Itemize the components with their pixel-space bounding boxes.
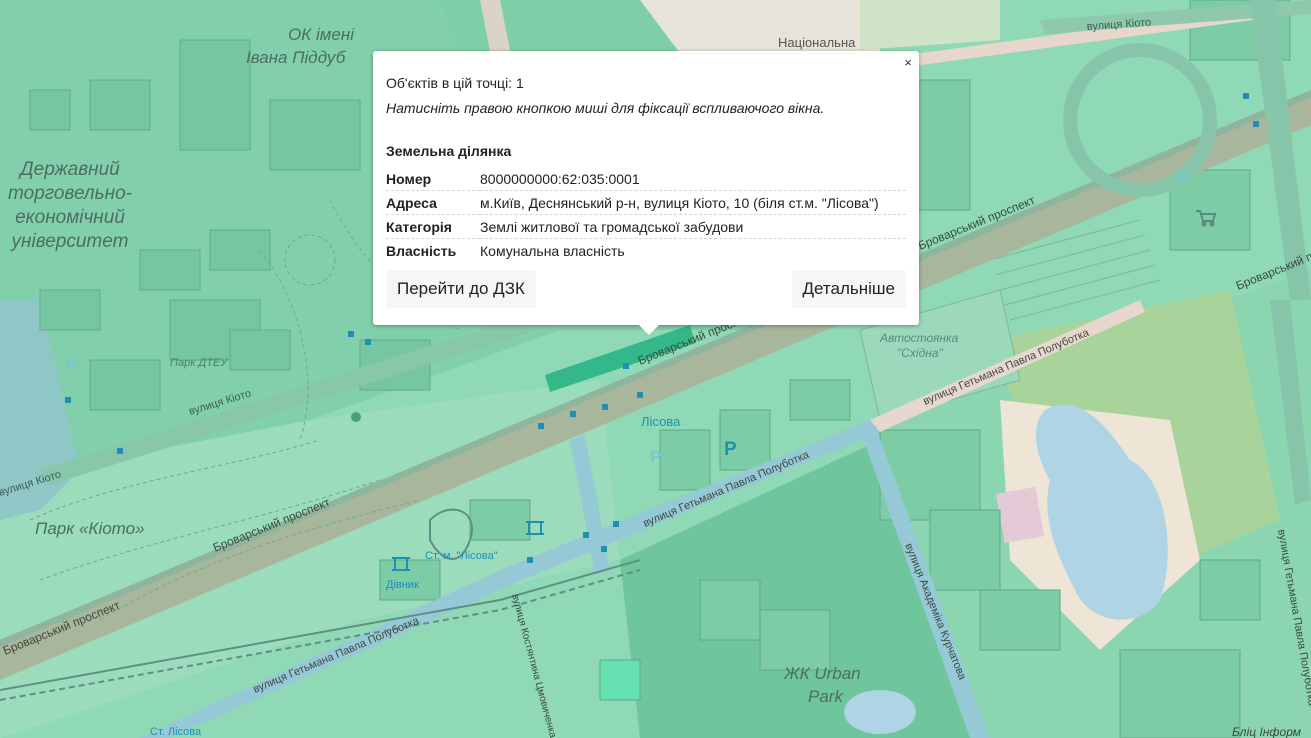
label-divnyk: Дівник [386,579,419,591]
label-autostoyanka-1: Автостоянка [879,331,959,345]
table-row: Категорія Землі житлової та громадської … [386,214,906,239]
label-univ-3: економічний [15,207,125,228]
attr-key: Категорія [386,214,480,239]
label-autostoyanka-2: "Східна" [897,346,944,360]
label-blyshch: Бліц Інформ [1232,725,1301,738]
label-univ-2: торговельно- [8,183,132,204]
tree-icon [351,412,361,422]
popup-hint: Натисніть правою кнопкою миші для фіксац… [386,100,825,116]
label-univ-1: Державний [18,159,120,180]
parcel-attributes-table: Номер 8000000000:62:035:0001 Адреса м.Ки… [386,167,906,262]
pink-area [995,486,1045,544]
table-row: Власність Комунальна власність [386,239,906,263]
attr-value: м.Київ, Деснянський р-н, вулиця Кіото, 1… [480,190,906,215]
label-urban-2: Park [808,687,844,706]
label-ok-imeni: ОК імені [288,25,355,44]
close-icon[interactable]: × [904,56,912,70]
attr-key: Номер [386,167,480,191]
label-park-kioto: Парк «Кіото» [35,519,145,538]
label-lisova: Лісова [641,414,681,429]
label-ivana: Івана Піддуб [246,48,347,67]
details-button[interactable]: Детальніше [791,270,906,308]
label-natsionalna: Національна [778,35,856,50]
popup-title: Земельна ділянка [386,143,512,159]
attr-value: 8000000000:62:035:0001 [480,167,906,191]
attr-key: Адреса [386,190,480,215]
pond [844,690,916,734]
object-count: Об'єктів в цій точці: 1 [386,75,524,91]
parking-icon: P [66,355,77,374]
label-urban-1: ЖК Urban [783,664,861,683]
table-row: Адреса м.Київ, Деснянський р-н, вулиця К… [386,190,906,215]
label-univ-4: університет [10,231,129,252]
attr-value: Землі житлової та громадської забудови [480,214,906,239]
label-park-dteu: Парк ДТЕУ [170,357,228,369]
attr-value: Комунальна власність [480,243,625,259]
label-st-lisova-bottom: Ст. Лісова [150,726,202,738]
attr-key: Власність [386,243,457,259]
parking-icon: P [650,447,661,466]
info-popup[interactable]: × Об'єктів в цій точці: 1 Натисніть прав… [373,51,919,335]
go-to-dzk-button[interactable]: Перейти до ДЗК [386,270,536,308]
parking-icon: P [1176,168,1187,187]
label-st-lisova: Ст. м. "Лісова" [425,550,498,562]
popup-tip [638,324,660,335]
parking-icon: P [724,439,737,460]
table-row: Номер 8000000000:62:035:0001 [386,167,906,191]
